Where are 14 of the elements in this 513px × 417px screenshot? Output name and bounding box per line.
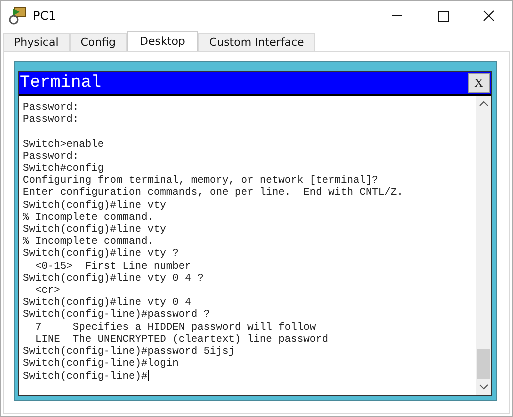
text-cursor [148, 370, 149, 382]
tab[interactable]: Desktop [127, 31, 198, 51]
scroll-thumb[interactable] [477, 349, 490, 379]
network-device-icon [8, 6, 28, 26]
tab[interactable]: Config [70, 33, 128, 51]
tab[interactable]: Custom Interface [198, 33, 316, 51]
scrollbar[interactable] [476, 96, 491, 395]
tab[interactable]: Physical [3, 33, 70, 51]
scroll-down-icon[interactable] [478, 382, 490, 392]
scroll-up-icon[interactable] [478, 99, 490, 109]
terminal-output: Password: Password: Switch>enable Password: Switch#config Configuring from terminal, memory, or network [terminal]? Enter configuration commands, one per line. End with CNTL/Z. Switch(config)#line vty % Incomplete command. Switch(config)#line vty % Incomplete command. Switch(config)#line vty ? <0-15> First Line number Switch(config)#line vty 0 4 ? <cr> Switch(config)#line vty 0 4 Switch(config-line)#password ? 7 Specifies a HIDDEN password will follow LINE The UNENCRYPTED (cleartext) line password Switch(config-line)#password 5ijsj Switch(config-line)#login Switch(config-line)# [22, 101, 404, 386]
terminal-title: Terminal [19, 74, 102, 92]
close-button[interactable]: X [468, 73, 490, 93]
window-title: PC1 [33, 9, 58, 23]
